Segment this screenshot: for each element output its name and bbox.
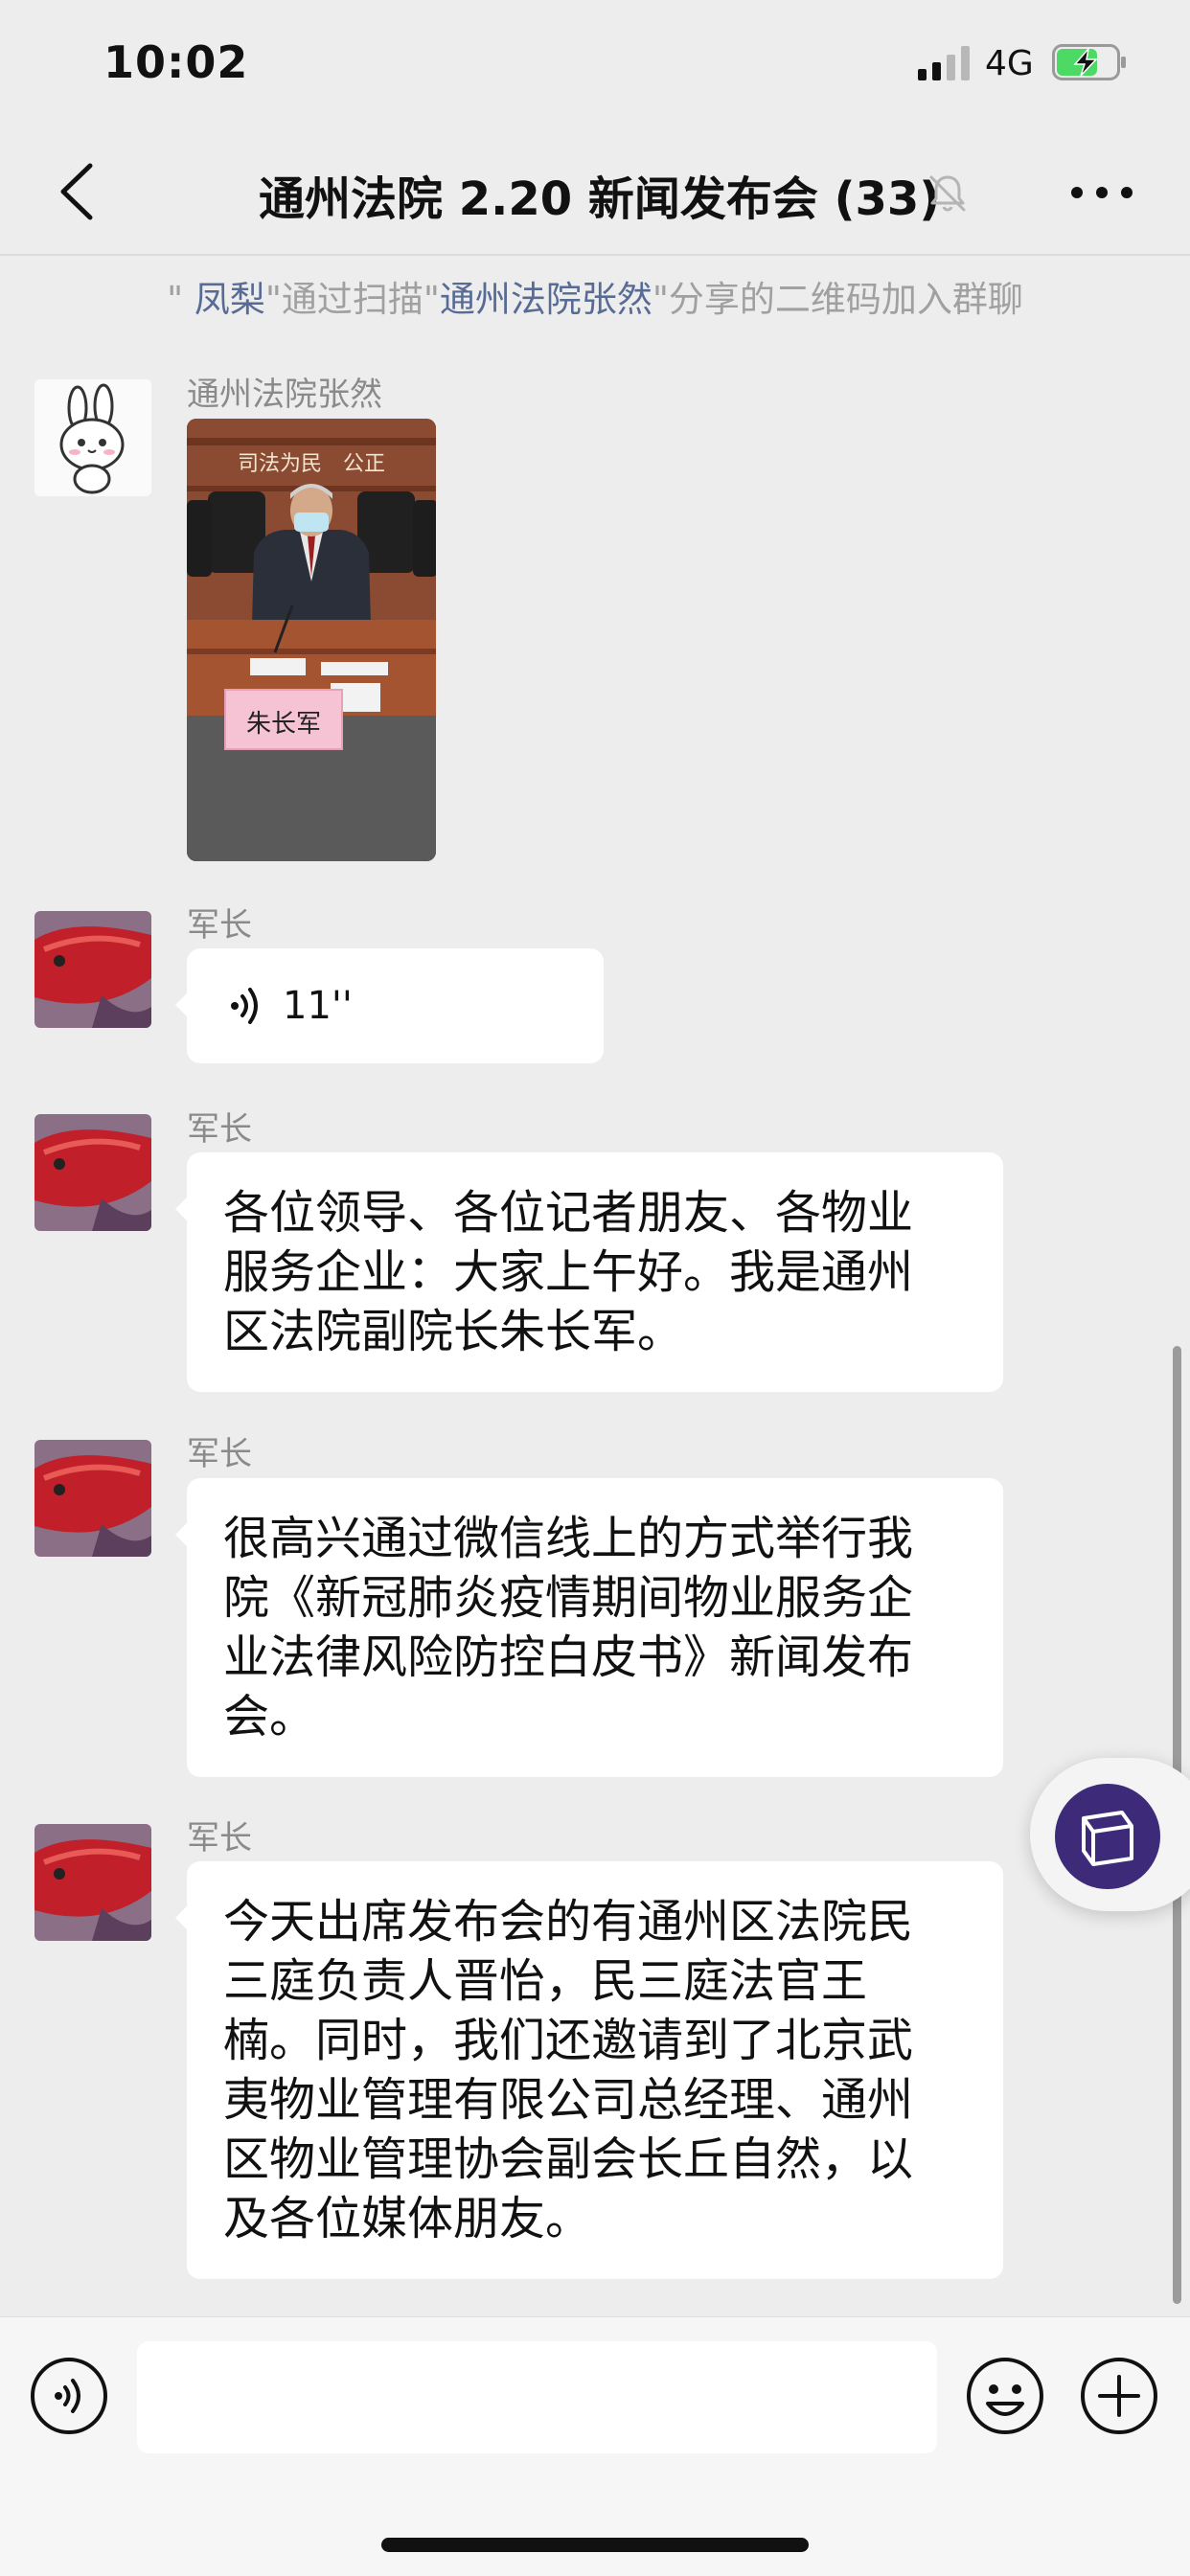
arowana-avatar-icon (34, 1824, 151, 1941)
message-line: 三庭负责人晋怡，民三庭法官王 (223, 1954, 868, 2008)
wall-sign-text: 司法为民 公正 (238, 452, 385, 476)
message-line: 今天出席发布会的有通州区法院民 (223, 1895, 914, 1949)
avatar[interactable] (34, 1824, 151, 1941)
avatar[interactable] (34, 379, 151, 496)
sender-name: 军长 (187, 1435, 252, 1473)
sender-name: 通州法院张然 (187, 376, 382, 414)
voice-wave-icon (231, 988, 258, 1024)
plus-circle-icon[interactable] (1079, 2356, 1159, 2436)
sys-name-link-2[interactable]: 通州法院张然 (440, 279, 652, 320)
chat-input-bar (0, 2316, 1190, 2576)
sys-text-end: "分享的二维码加入群聊 (652, 279, 1023, 320)
signal-bars-icon (918, 46, 970, 80)
message-line: 很高兴通过微信线上的方式举行我 (223, 1512, 914, 1565)
press-conference-photo: 朱长军 司法为民 公正 (187, 419, 436, 861)
emoji-smile-icon[interactable] (965, 2356, 1045, 2436)
arowana-avatar-icon (34, 1440, 151, 1557)
text-message-bubble[interactable]: 今天出席发布会的有通州区法院民 三庭负责人晋怡，民三庭法官王 楠。同时，我们还邀… (175, 1861, 1003, 2279)
sys-name-link-1[interactable]: 凤梨 (195, 279, 265, 320)
text-message-bubble[interactable]: 各位领导、各位记者朋友、各物业 服务企业：大家上午好。我是通州 区法院副院长朱长… (175, 1152, 1003, 1392)
status-bar: 10:02 4G (0, 0, 1190, 129)
message-line: 服务企业：大家上午好。我是通州 (223, 1245, 914, 1299)
voice-message-bubble[interactable]: 11'' (175, 948, 604, 1063)
message-line: 各位领导、各位记者朋友、各物业 (223, 1186, 914, 1240)
sys-text-mid: "通过扫描" (264, 279, 440, 320)
avatar[interactable] (34, 1114, 151, 1231)
voice-input-icon[interactable] (29, 2356, 109, 2436)
arowana-avatar-icon (34, 1114, 151, 1231)
home-indicator[interactable] (381, 2538, 809, 2552)
sender-name: 军长 (187, 906, 252, 945)
message-line: 区物业管理协会副会长丘自然，以 (223, 2132, 914, 2186)
message-line: 业法律风险防控白皮书》新闻发布 (223, 1630, 914, 1684)
chat-header: 通州法院 2.20 新闻发布会 (33) (0, 129, 1190, 256)
more-dots-icon[interactable] (1064, 164, 1140, 221)
network-type: 4G (985, 44, 1034, 83)
avatar[interactable] (34, 1440, 151, 1557)
message-line: 院《新冠肺炎疫情期间物业服务企 (223, 1571, 914, 1625)
text-message-bubble[interactable]: 很高兴通过微信线上的方式举行我 院《新冠肺炎疫情期间物业服务企 业法律风险防控白… (175, 1478, 1003, 1777)
sender-name: 军长 (187, 1110, 252, 1149)
message-input[interactable] (137, 2341, 937, 2453)
rabbit-avatar-icon (34, 379, 151, 496)
cube-frame-icon (1082, 1811, 1133, 1866)
bell-muted-icon (929, 175, 966, 212)
floating-window-button[interactable] (1030, 1758, 1190, 1911)
message-line: 夷物业管理有限公司总经理、通州 (223, 2073, 914, 2127)
floating-button-core (1055, 1784, 1160, 1889)
arowana-avatar-icon (34, 911, 151, 1028)
chevron-left-icon[interactable] (50, 158, 107, 225)
battery-charging-icon (1052, 44, 1126, 80)
sender-name: 军长 (187, 1819, 252, 1858)
message-line: 及各位媒体朋友。 (223, 2192, 592, 2245)
photo-message[interactable]: 朱长军 司法为民 公正 (187, 419, 436, 861)
message-line: 区法院副院长朱长军。 (223, 1305, 684, 1358)
voice-duration: 11'' (283, 984, 353, 1028)
sys-text-open: " (167, 279, 195, 320)
message-line: 楠。同时，我们还邀请到了北京武 (223, 2014, 914, 2067)
avatar[interactable] (34, 911, 151, 1028)
status-time: 10:02 (103, 36, 249, 88)
system-join-message: " 凤梨"通过扫描"通州法院张然"分享的二维码加入群聊 (0, 270, 1190, 322)
chat-title: 通州法院 2.20 新闻发布会 (33) (259, 172, 941, 226)
nameplate-text: 朱长军 (246, 710, 321, 739)
message-line: 会。 (223, 1690, 316, 1744)
